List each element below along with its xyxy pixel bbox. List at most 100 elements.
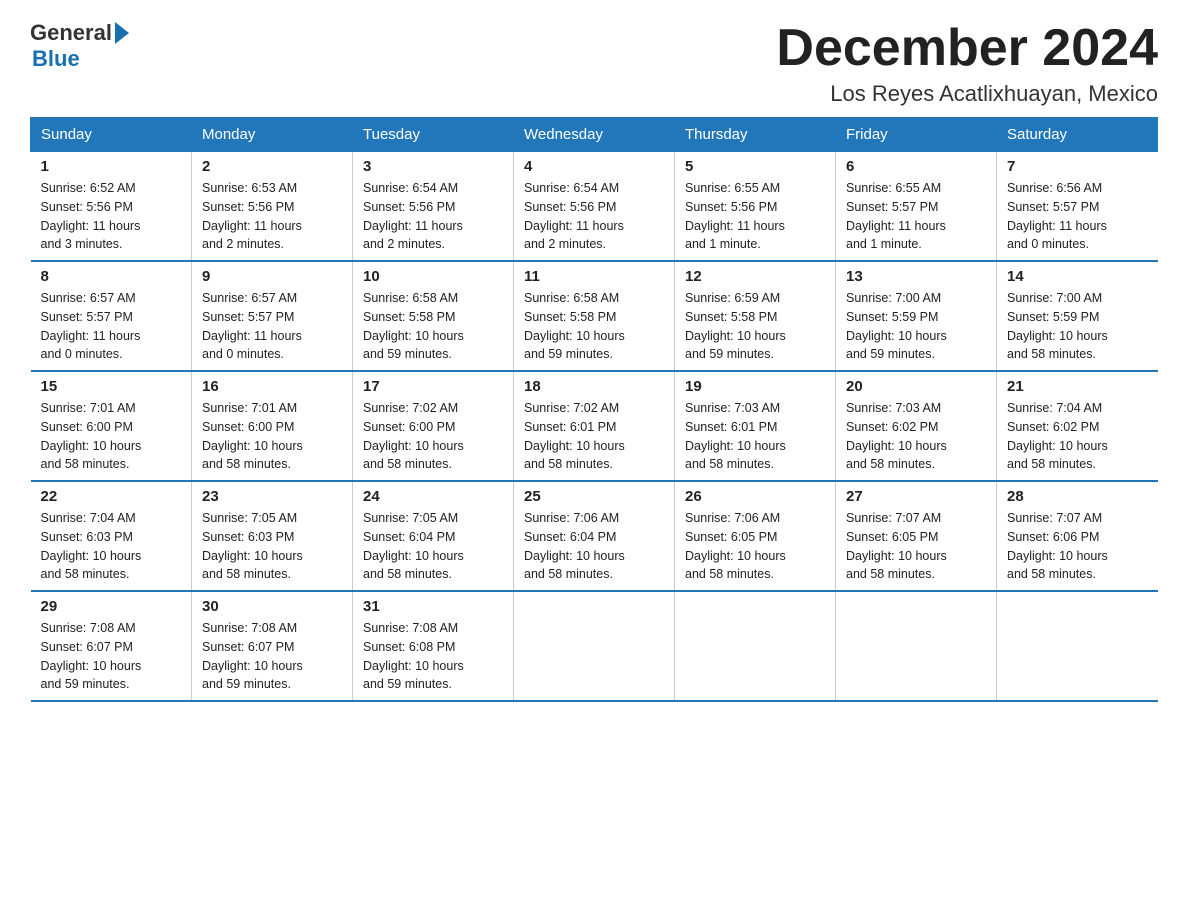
day-info: Sunrise: 7:01 AMSunset: 6:00 PMDaylight:… — [41, 399, 182, 474]
day-info: Sunrise: 7:07 AMSunset: 6:06 PMDaylight:… — [1007, 509, 1148, 584]
day-number: 24 — [363, 488, 503, 505]
calendar-cell: 22Sunrise: 7:04 AMSunset: 6:03 PMDayligh… — [31, 481, 192, 591]
day-number: 23 — [202, 488, 342, 505]
calendar-cell: 13 Sunrise: 7:00 AMSunset: 5:59 PMDayligh… — [836, 261, 997, 371]
day-info: Sunrise: 6:59 AMSunset: 5:58 PMDaylight:… — [685, 289, 825, 364]
day-info: Sunrise: 7:03 AMSunset: 6:02 PMDaylight:… — [846, 399, 986, 474]
header-friday: Friday — [836, 118, 997, 152]
day-number: 3 — [363, 158, 503, 175]
day-number: 5 — [685, 158, 825, 175]
logo-arrow-icon — [115, 22, 129, 44]
week-row-4: 22Sunrise: 7:04 AMSunset: 6:03 PMDayligh… — [31, 481, 1158, 591]
day-number: 26 — [685, 488, 825, 505]
day-info: Sunrise: 7:06 AMSunset: 6:05 PMDaylight:… — [685, 509, 825, 584]
day-number: 15 — [41, 378, 182, 395]
calendar-cell: 14 Sunrise: 7:00 AMSunset: 5:59 PMDayligh… — [997, 261, 1158, 371]
day-number: 11 — [524, 268, 664, 285]
day-number: 1 — [41, 158, 182, 175]
day-number: 17 — [363, 378, 503, 395]
calendar-cell: 28Sunrise: 7:07 AMSunset: 6:06 PMDayligh… — [997, 481, 1158, 591]
calendar-cell: 3 Sunrise: 6:54 AMSunset: 5:56 PMDaylight… — [353, 152, 514, 262]
calendar-cell: 24 Sunrise: 7:05 AMSunset: 6:04 PMDayligh… — [353, 481, 514, 591]
day-info: Sunrise: 7:07 AMSunset: 6:05 PMDaylight:… — [846, 509, 986, 584]
calendar-cell: 25 Sunrise: 7:06 AMSunset: 6:04 PMDayligh… — [514, 481, 675, 591]
day-info: Sunrise: 6:58 AMSunset: 5:58 PMDaylight:… — [363, 289, 503, 364]
header-thursday: Thursday — [675, 118, 836, 152]
calendar-title: December 2024 — [776, 20, 1158, 77]
day-number: 8 — [41, 268, 182, 285]
day-number: 29 — [41, 598, 182, 615]
day-number: 27 — [846, 488, 986, 505]
header-monday: Monday — [192, 118, 353, 152]
calendar-cell: 1 Sunrise: 6:52 AMSunset: 5:56 PMDaylight… — [31, 152, 192, 262]
day-info: Sunrise: 7:02 AMSunset: 6:01 PMDaylight:… — [524, 399, 664, 474]
day-info: Sunrise: 7:03 AMSunset: 6:01 PMDaylight:… — [685, 399, 825, 474]
calendar-cell: 11 Sunrise: 6:58 AMSunset: 5:58 PMDayligh… — [514, 261, 675, 371]
day-info: Sunrise: 7:00 AMSunset: 5:59 PMDaylight:… — [846, 289, 986, 364]
calendar-cell: 19 Sunrise: 7:03 AMSunset: 6:01 PMDayligh… — [675, 371, 836, 481]
day-info: Sunrise: 6:55 AMSunset: 5:57 PMDaylight:… — [846, 179, 986, 254]
logo-general-text: General — [30, 20, 112, 46]
calendar-cell — [997, 591, 1158, 701]
day-number: 10 — [363, 268, 503, 285]
calendar-cell — [675, 591, 836, 701]
page-header: General Blue December 2024 Los Reyes Aca… — [30, 20, 1158, 107]
day-info: Sunrise: 7:02 AMSunset: 6:00 PMDaylight:… — [363, 399, 503, 474]
logo-blue-text: Blue — [32, 46, 80, 72]
day-info: Sunrise: 6:53 AMSunset: 5:56 PMDaylight:… — [202, 179, 342, 254]
day-info: Sunrise: 6:56 AMSunset: 5:57 PMDaylight:… — [1007, 179, 1148, 254]
day-info: Sunrise: 6:54 AMSunset: 5:56 PMDaylight:… — [363, 179, 503, 254]
day-info: Sunrise: 7:08 AMSunset: 6:07 PMDaylight:… — [41, 619, 182, 694]
weekday-header-row: SundayMondayTuesdayWednesdayThursdayFrid… — [31, 118, 1158, 152]
calendar-cell: 12 Sunrise: 6:59 AMSunset: 5:58 PMDayligh… — [675, 261, 836, 371]
day-number: 16 — [202, 378, 342, 395]
calendar-cell — [514, 591, 675, 701]
day-info: Sunrise: 7:04 AMSunset: 6:03 PMDaylight:… — [41, 509, 182, 584]
day-info: Sunrise: 7:08 AMSunset: 6:07 PMDaylight:… — [202, 619, 342, 694]
calendar-cell: 4Sunrise: 6:54 AMSunset: 5:56 PMDaylight… — [514, 152, 675, 262]
day-number: 18 — [524, 378, 664, 395]
calendar-cell: 30 Sunrise: 7:08 AMSunset: 6:07 PMDayligh… — [192, 591, 353, 701]
day-number: 9 — [202, 268, 342, 285]
day-number: 20 — [846, 378, 986, 395]
day-info: Sunrise: 6:57 AMSunset: 5:57 PMDaylight:… — [41, 289, 182, 364]
header-tuesday: Tuesday — [353, 118, 514, 152]
day-info: Sunrise: 7:08 AMSunset: 6:08 PMDaylight:… — [363, 619, 503, 694]
calendar-cell: 9 Sunrise: 6:57 AMSunset: 5:57 PMDaylight… — [192, 261, 353, 371]
calendar-cell: 5 Sunrise: 6:55 AMSunset: 5:56 PMDaylight… — [675, 152, 836, 262]
day-number: 12 — [685, 268, 825, 285]
day-number: 14 — [1007, 268, 1148, 285]
header-wednesday: Wednesday — [514, 118, 675, 152]
day-info: Sunrise: 6:58 AMSunset: 5:58 PMDaylight:… — [524, 289, 664, 364]
day-info: Sunrise: 6:52 AMSunset: 5:56 PMDaylight:… — [41, 179, 182, 254]
day-info: Sunrise: 7:05 AMSunset: 6:04 PMDaylight:… — [363, 509, 503, 584]
calendar-cell: 16 Sunrise: 7:01 AMSunset: 6:00 PMDayligh… — [192, 371, 353, 481]
day-info: Sunrise: 7:05 AMSunset: 6:03 PMDaylight:… — [202, 509, 342, 584]
calendar-cell: 10 Sunrise: 6:58 AMSunset: 5:58 PMDayligh… — [353, 261, 514, 371]
day-number: 19 — [685, 378, 825, 395]
calendar-cell: 8 Sunrise: 6:57 AMSunset: 5:57 PMDaylight… — [31, 261, 192, 371]
day-number: 30 — [202, 598, 342, 615]
calendar-cell: 20 Sunrise: 7:03 AMSunset: 6:02 PMDayligh… — [836, 371, 997, 481]
calendar-cell: 15 Sunrise: 7:01 AMSunset: 6:00 PMDayligh… — [31, 371, 192, 481]
day-number: 25 — [524, 488, 664, 505]
calendar-cell: 31Sunrise: 7:08 AMSunset: 6:08 PMDayligh… — [353, 591, 514, 701]
calendar-cell — [836, 591, 997, 701]
day-info: Sunrise: 6:55 AMSunset: 5:56 PMDaylight:… — [685, 179, 825, 254]
day-number: 7 — [1007, 158, 1148, 175]
day-number: 4 — [524, 158, 664, 175]
calendar-cell: 2Sunrise: 6:53 AMSunset: 5:56 PMDaylight… — [192, 152, 353, 262]
day-info: Sunrise: 7:04 AMSunset: 6:02 PMDaylight:… — [1007, 399, 1148, 474]
logo: General Blue — [30, 20, 129, 72]
day-info: Sunrise: 7:06 AMSunset: 6:04 PMDaylight:… — [524, 509, 664, 584]
calendar-cell: 7 Sunrise: 6:56 AMSunset: 5:57 PMDaylight… — [997, 152, 1158, 262]
calendar-table: SundayMondayTuesdayWednesdayThursdayFrid… — [30, 117, 1158, 702]
week-row-3: 15 Sunrise: 7:01 AMSunset: 6:00 PMDayligh… — [31, 371, 1158, 481]
day-number: 13 — [846, 268, 986, 285]
header-saturday: Saturday — [997, 118, 1158, 152]
location-subtitle: Los Reyes Acatlixhuayan, Mexico — [776, 81, 1158, 107]
day-info: Sunrise: 6:57 AMSunset: 5:57 PMDaylight:… — [202, 289, 342, 364]
day-number: 21 — [1007, 378, 1148, 395]
day-info: Sunrise: 7:00 AMSunset: 5:59 PMDaylight:… — [1007, 289, 1148, 364]
day-info: Sunrise: 7:01 AMSunset: 6:00 PMDaylight:… — [202, 399, 342, 474]
